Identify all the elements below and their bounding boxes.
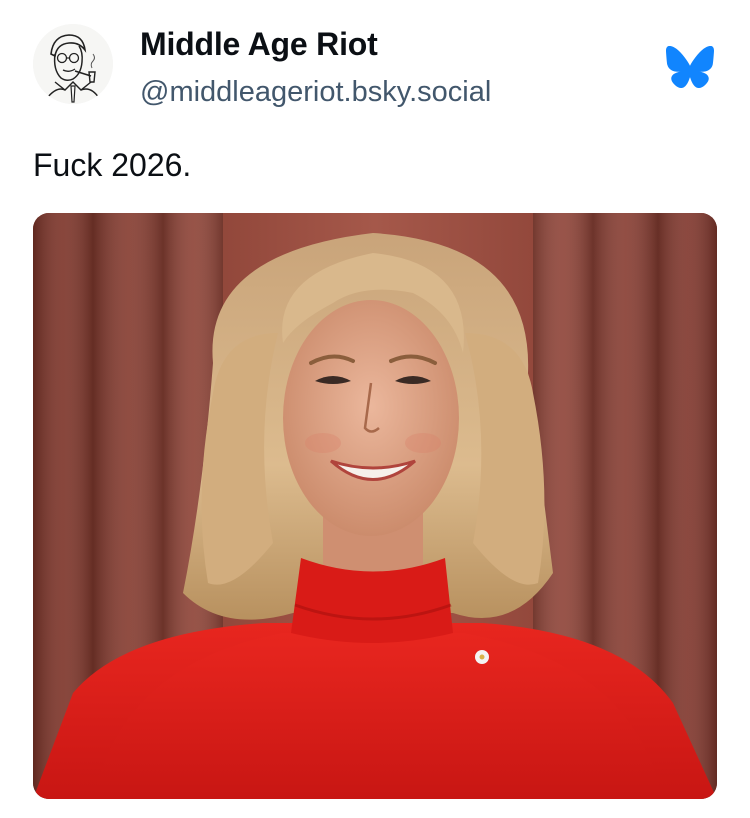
vintage-man-smoking-pipe-icon — [33, 24, 113, 104]
photo-smiling-woman-red-turtleneck — [33, 213, 717, 799]
author-avatar[interactable] — [33, 24, 113, 104]
bluesky-butterfly-icon[interactable] — [666, 45, 714, 89]
post-card: Middle Age Riot @middleageriot.bsky.soci… — [0, 0, 750, 818]
post-image[interactable] — [33, 213, 717, 799]
author-handle[interactable]: @middleageriot.bsky.social — [140, 76, 491, 109]
post-text: Fuck 2026. — [33, 147, 192, 183]
author-display-name[interactable]: Middle Age Riot — [140, 26, 378, 63]
